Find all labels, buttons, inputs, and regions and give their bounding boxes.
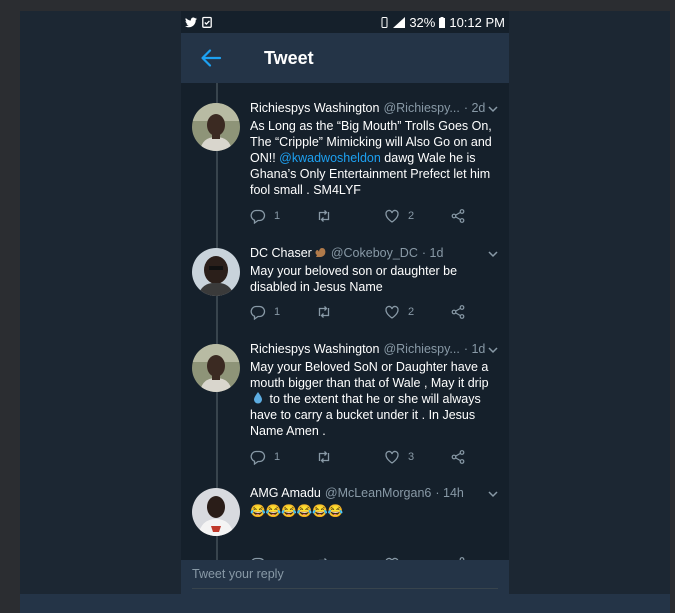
author-name[interactable]: Richiespys Washington (250, 342, 379, 356)
tweet-time: · 2d (463, 101, 486, 115)
droplet-emoji-icon (254, 392, 262, 404)
battery-icon (439, 16, 446, 28)
tweet-header: AMG Amadu @McLeanMorgan6 · 14h (250, 486, 499, 500)
chevron-down-icon[interactable] (487, 488, 499, 500)
like-count: 2 (408, 210, 415, 222)
signal-icon (393, 16, 406, 28)
chevron-down-icon[interactable] (487, 248, 499, 260)
tweet-card[interactable]: AMG Amadu @McLeanMorgan6 · 14h 😂😂😂😂😂😂 (181, 486, 509, 560)
reply-icon (250, 305, 266, 320)
tweet-header: Richiespys Washington @Richiespy... · 1d (250, 342, 499, 356)
author-handle[interactable]: @McLeanMorgan6 (325, 486, 432, 500)
tweet-text: As Long as the “Big Mouth” Trolls Goes O… (250, 118, 498, 198)
reply-input[interactable]: Tweet your reply (192, 567, 498, 589)
status-left (185, 16, 212, 28)
reply-button[interactable]: 1 (250, 449, 316, 465)
reply-thread[interactable]: Richiespys Washington @Richiespy... · 2d… (181, 83, 509, 560)
author-handle[interactable]: @Richiespy... (383, 342, 459, 356)
share-icon (451, 209, 465, 223)
like-button[interactable]: 2 (384, 208, 450, 224)
reply-count: 1 (274, 210, 281, 222)
tweet-actions: 1 3 (250, 449, 480, 465)
reply-icon (250, 209, 266, 224)
share-button[interactable] (450, 304, 466, 320)
retweet-icon (318, 451, 330, 463)
window-bottom-strip (20, 594, 670, 613)
clipboard-check-icon (202, 16, 212, 28)
avatar[interactable] (192, 344, 240, 392)
page-title: Tweet (264, 47, 314, 68)
tweet-time: · 14h (435, 486, 464, 500)
retweet-button[interactable] (316, 208, 384, 224)
tweet-text: May your Beloved SoN or Daughter have a … (250, 359, 498, 439)
reply-count: 1 (274, 451, 281, 463)
chevron-down-icon[interactable] (487, 344, 499, 356)
share-icon (451, 305, 465, 319)
reply-icon (250, 450, 266, 465)
tweet-time: · 1d (463, 342, 486, 356)
like-count: 2 (408, 306, 415, 318)
vibrate-icon (381, 16, 388, 28)
tweet-card[interactable]: Richiespys Washington @Richiespy... · 1d… (181, 342, 509, 470)
top-app-bar: Tweet (181, 33, 509, 83)
author-handle[interactable]: @Richiespy... (383, 101, 459, 115)
squirrel-emoji-icon (315, 248, 326, 257)
share-icon (451, 450, 465, 464)
like-button[interactable]: 2 (384, 304, 450, 320)
tweet-card[interactable]: Richiespys Washington @Richiespy... · 2d… (181, 101, 509, 229)
heart-icon (385, 209, 399, 223)
tweet-text: May your beloved son or daughter be disa… (250, 264, 458, 294)
like-count: 3 (408, 451, 415, 463)
avatar[interactable] (192, 488, 240, 536)
back-arrow-icon[interactable] (199, 46, 223, 70)
tweet-actions: 1 2 (250, 208, 480, 224)
tweet-text-part: to the extent that he or she will always… (250, 392, 481, 438)
reply-composer: Tweet your reply (181, 560, 509, 594)
share-button[interactable] (450, 208, 466, 224)
like-button[interactable]: 3 (384, 449, 450, 465)
avatar[interactable] (192, 248, 240, 296)
author-name[interactable]: Richiespys Washington (250, 101, 379, 115)
battery-percent: 32% (409, 14, 436, 30)
heart-icon (385, 450, 399, 464)
retweet-button[interactable] (316, 304, 384, 320)
chevron-down-icon[interactable] (487, 103, 499, 115)
status-time: 10:12 PM (449, 14, 505, 30)
avatar[interactable] (192, 103, 240, 151)
author-handle[interactable]: @Cokeboy_DC (331, 246, 418, 260)
share-button[interactable] (450, 449, 466, 465)
author-name[interactable]: DC Chaser (250, 246, 312, 260)
reply-button[interactable]: 1 (250, 208, 316, 224)
retweet-icon (318, 210, 330, 222)
tweet-time: · 1d (421, 246, 444, 260)
tweet-header: DC Chaser @Cokeboy_DC · 1d (250, 246, 499, 260)
retweet-icon (318, 306, 330, 318)
retweet-button[interactable] (316, 449, 384, 465)
phone-screen: 32% 10:12 PM Tweet Richiespys Washington… (181, 11, 509, 594)
reply-button[interactable]: 1 (250, 304, 316, 320)
author-name[interactable]: AMG Amadu (250, 486, 321, 500)
mention-link[interactable]: @kwadwosheldon (279, 151, 381, 165)
tweet-card[interactable]: DC Chaser @Cokeboy_DC · 1d May your belo… (181, 246, 509, 324)
tweet-text-part: May your Beloved SoN or Daughter have a … (250, 360, 489, 390)
tweet-header: Richiespys Washington @Richiespy... · 2d (250, 101, 499, 115)
twitter-bird-icon (185, 17, 197, 27)
tweet-actions: 1 2 (250, 304, 480, 320)
status-bar: 32% 10:12 PM (181, 11, 509, 33)
tweet-text: 😂😂😂😂😂😂 (250, 504, 344, 518)
reply-count: 1 (274, 306, 281, 318)
heart-icon (385, 305, 399, 319)
status-right: 32% 10:12 PM (380, 15, 505, 30)
